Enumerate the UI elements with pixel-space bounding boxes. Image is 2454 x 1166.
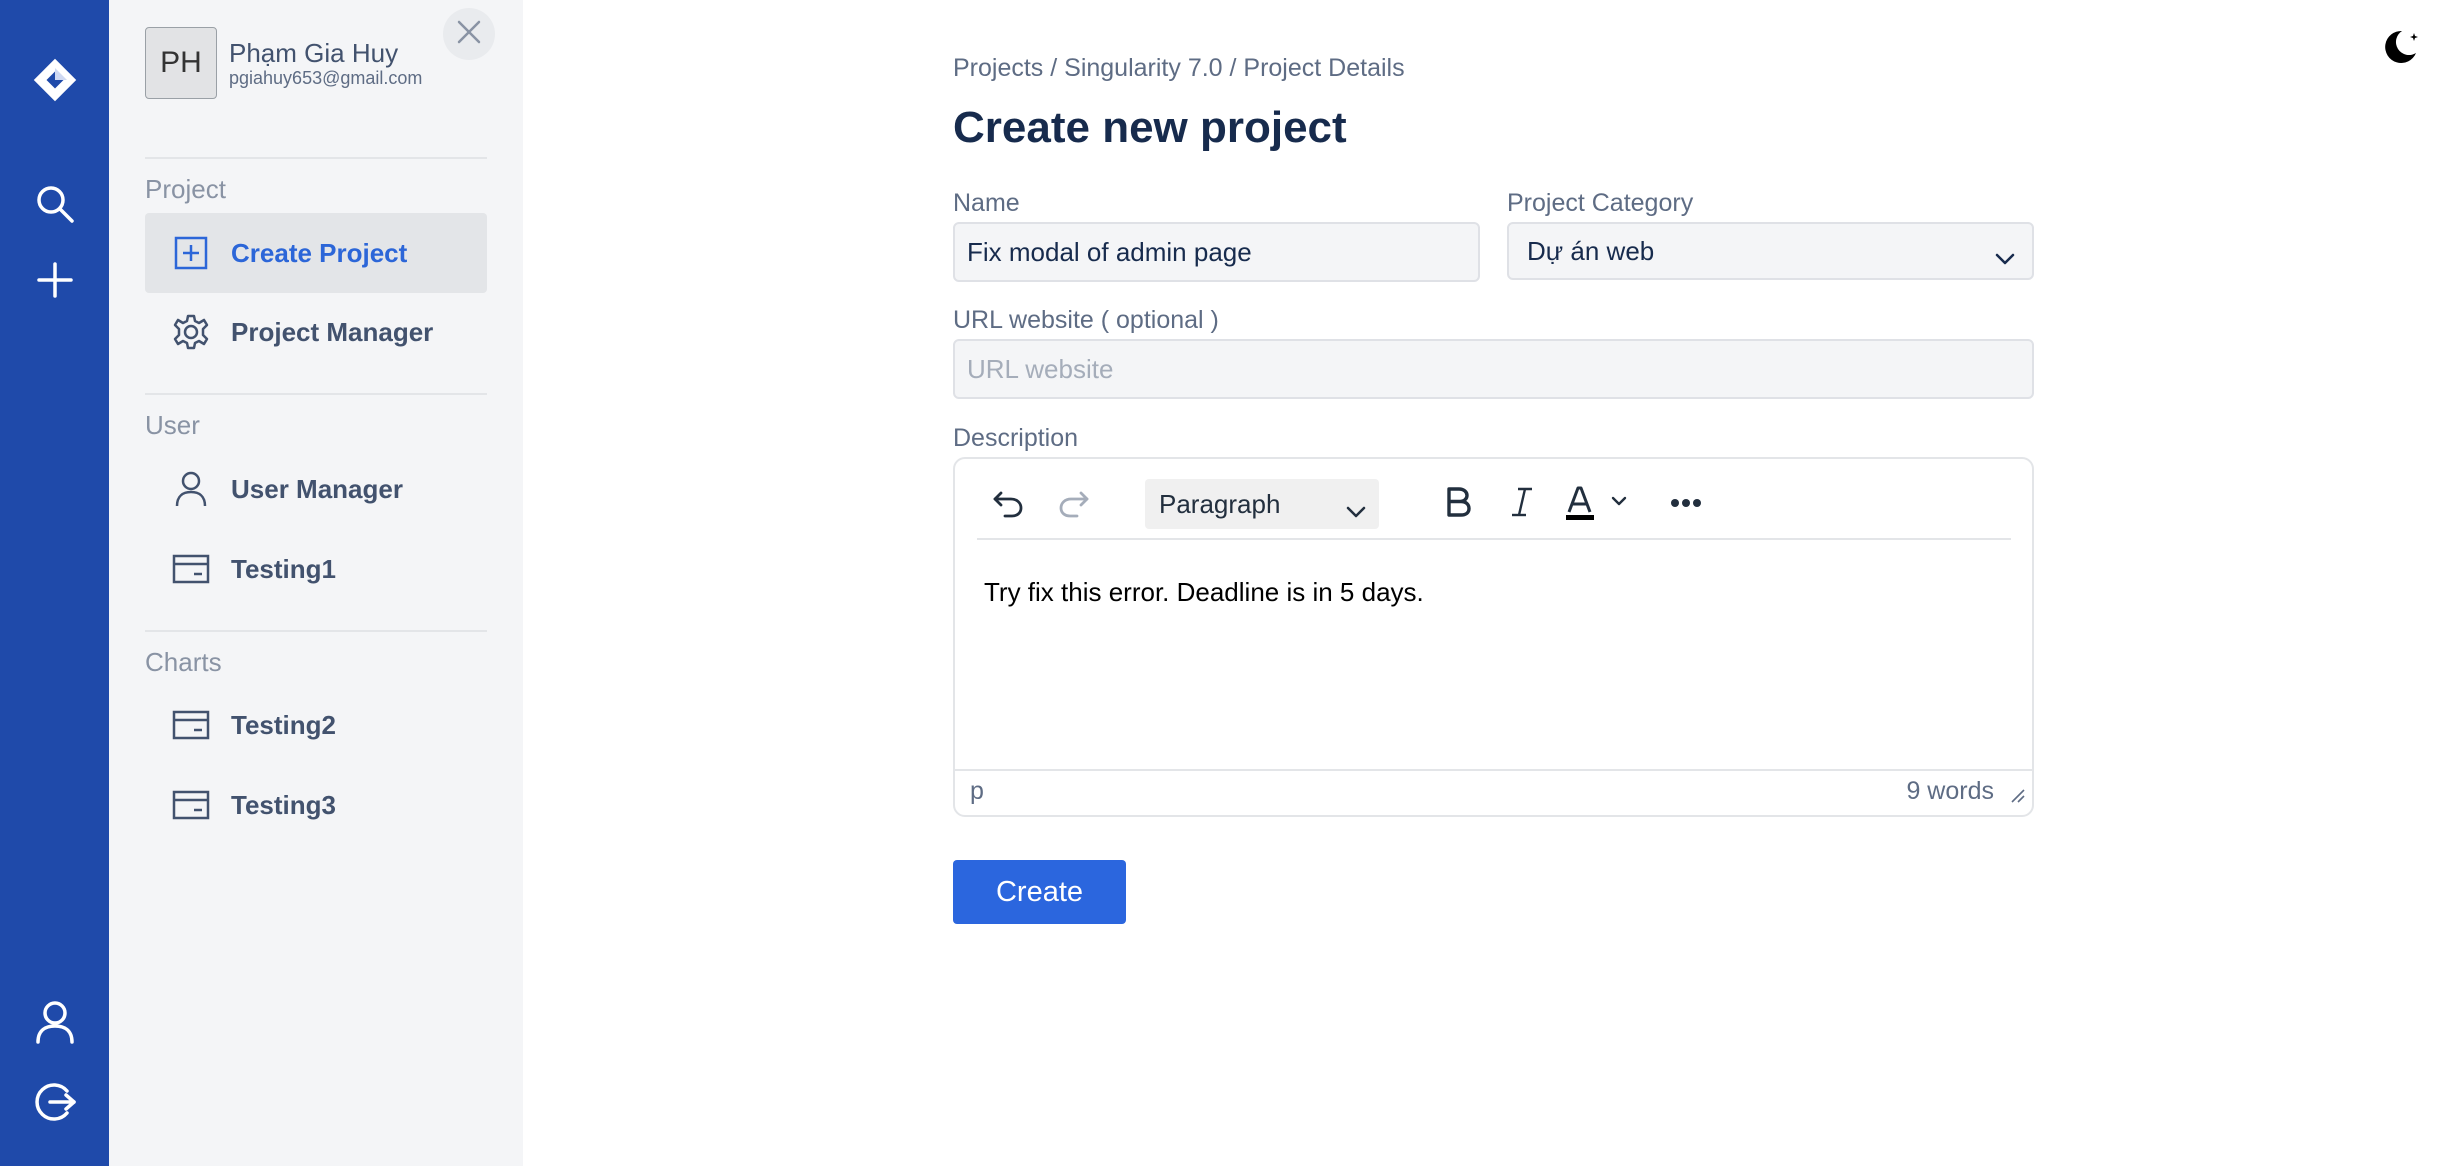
chevron-down-icon	[1345, 495, 1367, 526]
description-editor: Paragraph Try fix this error. Deadline i…	[953, 457, 2034, 817]
create-button[interactable]: Create	[953, 860, 1126, 924]
redo-button[interactable]	[1053, 483, 1095, 525]
name-field[interactable]	[953, 222, 1480, 282]
divider	[145, 393, 487, 395]
user-profile: PH Phạm Gia Huy pgiahuy653@gmail.com	[145, 27, 422, 99]
search-icon[interactable]	[0, 180, 109, 228]
plus-square-icon	[171, 233, 211, 273]
more-options-button[interactable]	[1665, 483, 1707, 525]
text-color-icon	[1563, 482, 1637, 527]
plus-icon[interactable]	[0, 256, 109, 304]
moon-icon	[2378, 30, 2422, 73]
section-title-charts: Charts	[145, 647, 222, 677]
resize-handle-icon[interactable]	[2010, 788, 2026, 809]
italic-icon	[1510, 486, 1534, 523]
block-format-value: Paragraph	[1159, 488, 1281, 519]
editor-toolbar: Paragraph	[955, 459, 2032, 547]
sidebar: PH Phạm Gia Huy pgiahuy653@gmail.com Pro…	[109, 0, 523, 1166]
url-label: URL website ( optional )	[953, 306, 1219, 334]
description-label: Description	[953, 424, 1079, 452]
bold-icon	[1444, 486, 1472, 523]
avatar: PH	[145, 27, 217, 99]
chevron-down-icon	[1994, 242, 2016, 273]
category-selected-value: Dự án web	[1527, 235, 1655, 266]
undo-icon	[991, 485, 1025, 524]
sidebar-item-label: Testing2	[231, 709, 336, 740]
sidebar-item-project-manager[interactable]: Project Manager	[145, 292, 487, 372]
category-select[interactable]: Dự án web	[1507, 222, 2034, 280]
divider	[145, 630, 487, 632]
gear-icon	[171, 312, 211, 352]
word-count: 9 words	[1906, 777, 1994, 805]
sidebar-item-label: Testing3	[231, 789, 336, 820]
close-icon	[456, 19, 482, 50]
more-icon	[1670, 495, 1702, 513]
user-icon	[171, 469, 211, 509]
card-icon	[171, 705, 211, 745]
sidebar-item-create-project[interactable]: Create Project	[145, 213, 487, 293]
sidebar-item-label: Create Project	[231, 237, 408, 268]
url-field[interactable]	[953, 339, 2034, 399]
name-label: Name	[953, 189, 1020, 217]
logout-icon[interactable]	[0, 1078, 109, 1126]
sidebar-item-testing1[interactable]: Testing1	[145, 529, 487, 609]
sidebar-item-label: User Manager	[231, 473, 403, 504]
italic-button[interactable]	[1501, 483, 1543, 525]
profile-name: Phạm Gia Huy	[229, 38, 399, 68]
user-icon[interactable]	[0, 998, 109, 1046]
toolbar-divider	[977, 538, 2011, 540]
divider	[145, 157, 487, 159]
card-icon	[171, 549, 211, 589]
sidebar-item-label: Project Manager	[231, 316, 434, 347]
text-color-button[interactable]	[1563, 483, 1637, 525]
left-rail	[0, 0, 109, 1166]
breadcrumb: Projects / Singularity 7.0 / Project Det…	[953, 54, 1405, 82]
category-label: Project Category	[1507, 189, 1694, 217]
card-icon	[171, 785, 211, 825]
sidebar-item-testing2[interactable]: Testing2	[145, 685, 487, 765]
page-title: Create new project	[953, 103, 1347, 152]
theme-toggle-button[interactable]	[2378, 25, 2422, 74]
undo-button[interactable]	[987, 483, 1029, 525]
jira-logo-icon[interactable]	[0, 50, 109, 110]
section-title-project: Project	[145, 174, 226, 204]
sidebar-item-label: Testing1	[231, 553, 336, 584]
element-path[interactable]: p	[970, 777, 984, 806]
section-title-user: User	[145, 410, 200, 440]
close-sidebar-button[interactable]	[443, 8, 495, 60]
editor-content[interactable]: Try fix this error. Deadline is in 5 day…	[984, 577, 1424, 608]
profile-email: pgiahuy653@gmail.com	[229, 68, 423, 88]
bold-button[interactable]	[1437, 483, 1479, 525]
redo-icon	[1057, 485, 1091, 524]
editor-statusbar: p 9 words	[955, 769, 2032, 815]
sidebar-item-user-manager[interactable]: User Manager	[145, 449, 487, 529]
sidebar-item-testing3[interactable]: Testing3	[145, 765, 487, 845]
block-format-select[interactable]: Paragraph	[1145, 479, 1379, 529]
